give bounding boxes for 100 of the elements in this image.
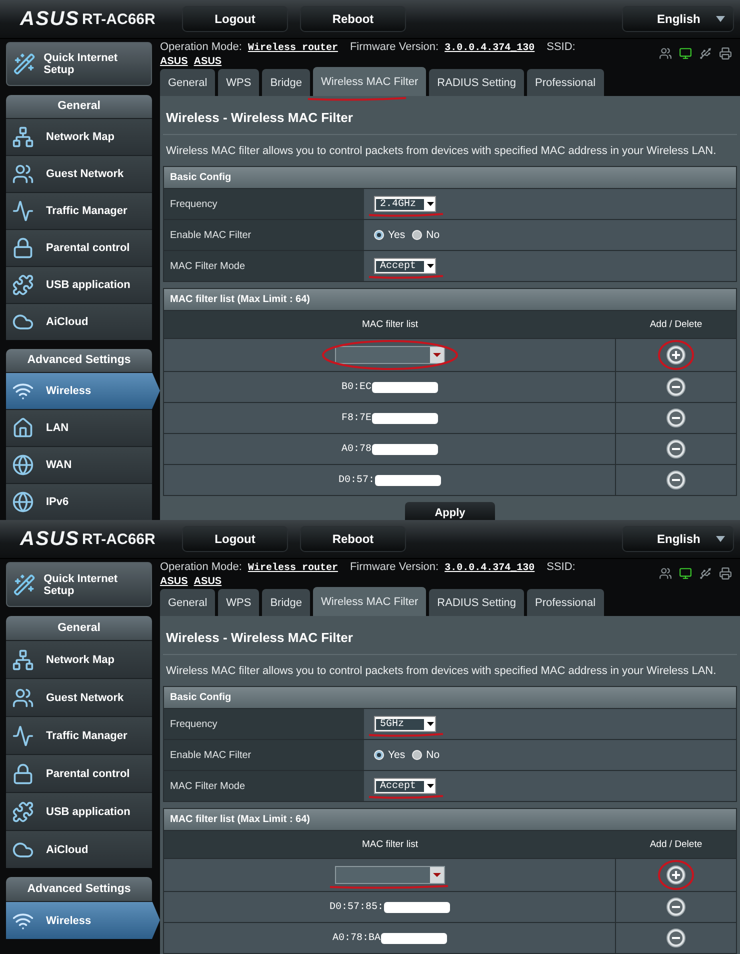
usb-icon[interactable]: [699, 47, 712, 60]
operation-mode-link[interactable]: Wireless router: [248, 563, 338, 574]
ssid-link[interactable]: ASUS: [194, 576, 222, 587]
tab[interactable]: General: [160, 589, 216, 616]
magic-wand-icon: [13, 52, 36, 76]
model-name: RT-AC66R: [82, 10, 156, 28]
tab[interactable]: Wireless MAC Filter: [313, 587, 426, 616]
tab[interactable]: WPS: [218, 589, 260, 616]
delete-button[interactable]: [666, 897, 686, 917]
tab[interactable]: Professional: [527, 69, 604, 96]
tab[interactable]: RADIUS Setting: [429, 589, 524, 616]
quick-setup-button[interactable]: Quick Internet Setup: [6, 562, 152, 607]
tab[interactable]: WPS: [218, 69, 260, 96]
ssid-label: SSID:: [546, 561, 576, 573]
sidebar-item[interactable]: Parental control: [6, 228, 152, 266]
radio-label: Yes: [388, 229, 406, 241]
network-status-icon[interactable]: [679, 47, 692, 60]
delete-button[interactable]: [666, 408, 686, 428]
page-description: Wireless MAC filter allows you to control packets from devices with specified MAC address in your Wireless LAN.: [165, 144, 718, 159]
model-name: RT-AC66R: [82, 530, 156, 548]
mac-address-combobox[interactable]: [334, 866, 444, 884]
page-title: Wireless - Wireless MAC Filter: [163, 630, 737, 655]
mac-address: D0:57:: [338, 474, 374, 486]
language-dropdown[interactable]: English: [622, 526, 734, 552]
reboot-button[interactable]: Reboot: [300, 526, 406, 552]
mac-address-combobox[interactable]: [334, 346, 444, 364]
menu-icon: [12, 163, 34, 186]
sidebar-item[interactable]: Wireless: [6, 901, 160, 939]
sidebar-item[interactable]: USB application: [6, 266, 152, 303]
radio-button[interactable]: [412, 230, 422, 240]
menu-section-header: General: [6, 616, 152, 640]
logout-button[interactable]: Logout: [182, 526, 288, 552]
quick-setup-button[interactable]: Quick Internet Setup: [6, 42, 152, 86]
menu-icon: [12, 648, 34, 670]
ssid-link[interactable]: ASUS: [160, 56, 188, 67]
language-dropdown[interactable]: English: [622, 6, 734, 32]
delete-button[interactable]: [666, 928, 686, 948]
printer-icon[interactable]: [719, 567, 732, 580]
logout-button[interactable]: Logout: [182, 6, 288, 32]
sidebar-item[interactable]: Traffic Manager: [6, 716, 152, 754]
printer-icon[interactable]: [719, 47, 732, 60]
mac-address: B0:EC: [341, 382, 372, 392]
sidebar-item[interactable]: IPv6: [6, 483, 152, 520]
section-header: Basic Config: [164, 167, 736, 188]
clients-icon[interactable]: [659, 567, 672, 580]
select-dropdown[interactable]: 5GHz: [374, 716, 436, 732]
magic-wand-icon: [13, 572, 36, 596]
radio-button[interactable]: [412, 750, 422, 760]
sidebar-item[interactable]: AiCloud: [6, 830, 152, 868]
apply-button[interactable]: Apply: [405, 502, 495, 520]
column-header: Add / Delete: [616, 311, 736, 338]
mac-address: A0:78:BA: [332, 932, 380, 944]
sidebar-item[interactable]: AiCloud: [6, 302, 152, 340]
select-dropdown[interactable]: Accept: [374, 258, 436, 274]
sidebar-item[interactable]: Wireless: [6, 372, 160, 410]
clients-icon[interactable]: [659, 47, 672, 60]
field-label: Enable MAC Filter: [164, 220, 364, 250]
sidebar-item[interactable]: Traffic Manager: [6, 192, 152, 229]
sidebar-item[interactable]: Network Map: [6, 118, 152, 156]
redaction-mark: [380, 932, 446, 944]
delete-button[interactable]: [666, 439, 686, 459]
tab[interactable]: Bridge: [262, 69, 310, 96]
sidebar-item[interactable]: Network Map: [6, 640, 152, 678]
sidebar-item[interactable]: WAN: [6, 446, 152, 484]
field-label: MAC Filter Mode: [164, 251, 364, 281]
ssid-link[interactable]: ASUS: [194, 56, 222, 67]
sidebar-item[interactable]: Guest Network: [6, 678, 152, 716]
radio-button[interactable]: [374, 230, 384, 240]
firmware-link[interactable]: 3.0.0.4.374_130: [444, 43, 535, 54]
column-header: MAC filter list: [164, 831, 616, 858]
reboot-button[interactable]: Reboot: [300, 6, 406, 32]
add-button[interactable]: [666, 345, 686, 365]
tab[interactable]: RADIUS Setting: [429, 69, 524, 96]
tab[interactable]: Bridge: [262, 589, 310, 616]
sidebar-item[interactable]: LAN: [6, 409, 152, 446]
network-status-icon[interactable]: [679, 567, 692, 580]
delete-button[interactable]: [666, 470, 686, 490]
caret-icon: [430, 347, 444, 363]
caret-icon: [427, 784, 434, 788]
caret-icon: [716, 536, 725, 542]
menu-section-header: Advanced Settings: [6, 877, 152, 901]
operation-mode-link[interactable]: Wireless router: [248, 43, 338, 54]
firmware-link[interactable]: 3.0.0.4.374_130: [444, 563, 535, 574]
ssid-link[interactable]: ASUS: [160, 576, 188, 587]
field-label: Frequency: [164, 709, 364, 739]
add-button[interactable]: [666, 865, 686, 885]
sidebar-item[interactable]: Parental control: [6, 754, 152, 792]
tab[interactable]: Professional: [527, 589, 604, 616]
menu-icon: [12, 200, 34, 222]
tab[interactable]: General: [160, 69, 216, 96]
radio-button[interactable]: [374, 750, 384, 760]
sidebar-item[interactable]: USB application: [6, 792, 152, 830]
delete-button[interactable]: [666, 377, 686, 397]
radio-label: No: [426, 749, 440, 761]
usb-icon[interactable]: [699, 567, 712, 580]
select-dropdown[interactable]: 2.4GHz: [374, 196, 436, 212]
select-dropdown[interactable]: Accept: [374, 778, 436, 794]
redaction-mark: [372, 382, 438, 392]
sidebar-item[interactable]: Guest Network: [6, 155, 152, 192]
page-title: Wireless - Wireless MAC Filter: [163, 110, 737, 135]
